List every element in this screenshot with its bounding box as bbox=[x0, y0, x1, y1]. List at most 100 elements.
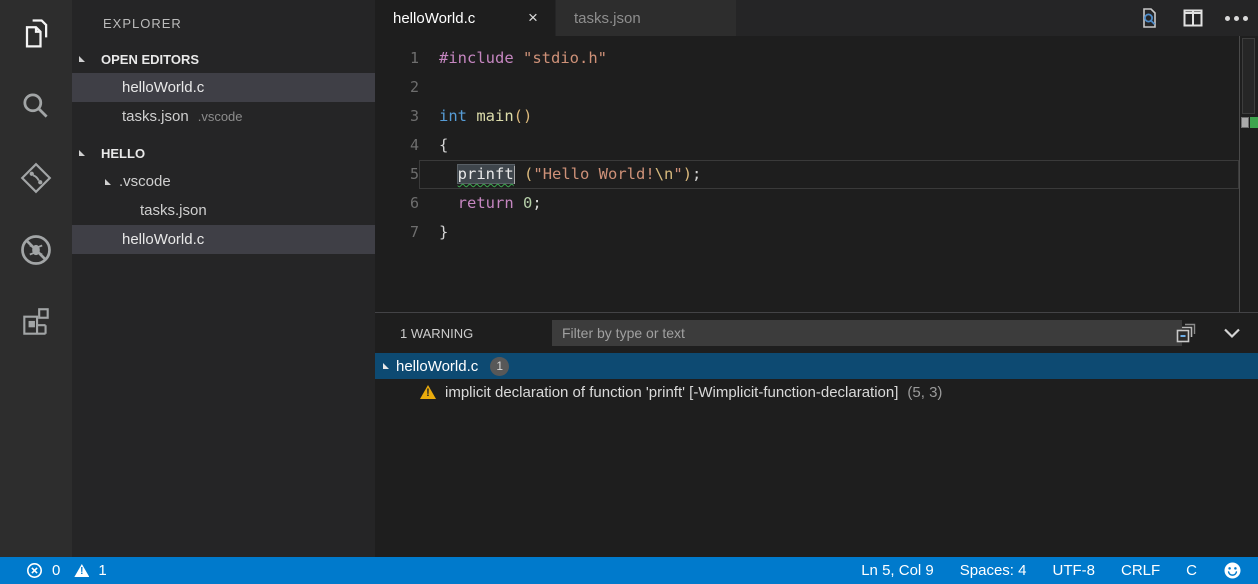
code-line-5[interactable]: 5 prinft ("Hello World!\n"); bbox=[375, 160, 1258, 189]
code-token bbox=[439, 165, 458, 183]
explorer-sections: OPEN EDITORShelloWorld.ctasks.json.vscod… bbox=[72, 45, 375, 254]
row-label: tasks.json bbox=[140, 202, 207, 219]
code-token: " bbox=[673, 165, 682, 183]
section-header-open-editors[interactable]: OPEN EDITORS bbox=[72, 45, 375, 73]
problem-row[interactable]: implicit declaration of function 'prinft… bbox=[375, 379, 1258, 405]
row-label: helloWorld.c bbox=[122, 79, 204, 96]
extensions-icon bbox=[19, 305, 53, 344]
word-highlight-marker bbox=[1241, 117, 1249, 128]
code-token: main bbox=[476, 107, 513, 125]
tree-file-tasks-json[interactable]: tasks.json bbox=[72, 196, 375, 225]
find-in-file-icon[interactable] bbox=[1137, 6, 1161, 30]
code-editor[interactable]: 1#include "stdio.h"23int main()4{5 prinf… bbox=[375, 36, 1258, 312]
code-token bbox=[514, 49, 523, 67]
scrollbar-slider[interactable] bbox=[1242, 38, 1255, 114]
code-token: } bbox=[439, 223, 448, 241]
status-encoding[interactable]: UTF-8 bbox=[1052, 562, 1095, 579]
row-label: .vscode bbox=[119, 173, 171, 190]
row-label: helloWorld.c bbox=[122, 231, 204, 248]
code-token: ; bbox=[692, 165, 701, 183]
status-right-items: Ln 5, Col 9 Spaces: 4 UTF-8 CRLF C bbox=[861, 562, 1197, 579]
more-actions-icon[interactable] bbox=[1225, 16, 1248, 21]
tabs-container: helloWorld.c × tasks.json bbox=[375, 0, 737, 36]
line-content: prinft ("Hello World!\n"); bbox=[419, 160, 1239, 189]
overview-ruler-scrollbar[interactable] bbox=[1239, 36, 1258, 312]
section-twistie-icon bbox=[79, 150, 85, 156]
problems-file-group-row[interactable]: helloWorld.c 1 bbox=[375, 353, 1258, 379]
problem-location: (5, 3) bbox=[907, 384, 942, 401]
activity-search[interactable] bbox=[0, 72, 72, 144]
source-control-icon bbox=[19, 161, 53, 200]
explorer-sidebar: EXPLORER OPEN EDITORS helloWorld.c tasks.j… bbox=[72, 0, 375, 557]
code-line-2[interactable]: 2 bbox=[375, 73, 1258, 102]
status-indentation[interactable]: Spaces: 4 bbox=[960, 562, 1027, 579]
panel-header-icons bbox=[1174, 313, 1244, 353]
code-line-6[interactable]: 6 return 0; bbox=[375, 189, 1258, 218]
collapse-all-icon[interactable] bbox=[1174, 321, 1198, 345]
sidebar-title: EXPLORER bbox=[72, 0, 375, 45]
editor-actions bbox=[1137, 0, 1248, 36]
section-twistie-icon bbox=[79, 56, 85, 62]
code-lines: 1#include "stdio.h"23int main()4{5 prinf… bbox=[375, 44, 1258, 247]
problem-message: implicit declaration of function 'prinft… bbox=[445, 384, 898, 401]
tree-file-helloWorld-c[interactable]: helloWorld.c bbox=[72, 225, 375, 254]
code-token: \n bbox=[655, 165, 674, 183]
error-count: 0 bbox=[52, 562, 60, 579]
status-language-mode[interactable]: C bbox=[1186, 562, 1197, 579]
status-cursor-position[interactable]: Ln 5, Col 9 bbox=[861, 562, 934, 579]
code-token: ; bbox=[532, 194, 541, 212]
group-twistie-icon bbox=[383, 363, 389, 369]
line-content bbox=[419, 73, 1239, 102]
line-content: } bbox=[419, 218, 1239, 247]
tab-close-icon[interactable]: × bbox=[523, 8, 543, 28]
code-token: "Hello World! bbox=[533, 165, 654, 183]
tab-helloWorld-c[interactable]: helloWorld.c × bbox=[375, 0, 556, 36]
vscode-window: EXPLORER OPEN EDITORS helloWorld.c tasks.j… bbox=[0, 0, 1258, 557]
tab-label: helloWorld.c bbox=[393, 10, 475, 27]
line-content: int main() bbox=[419, 102, 1239, 131]
activity-source-control[interactable] bbox=[0, 144, 72, 216]
section-header-label: OPEN EDITORS bbox=[101, 52, 199, 67]
tab-tasks-json[interactable]: tasks.json bbox=[556, 0, 737, 36]
problems-status-item[interactable]: 0 1 bbox=[26, 562, 107, 579]
code-line-3[interactable]: 3int main() bbox=[375, 102, 1258, 131]
activity-extensions[interactable] bbox=[0, 288, 72, 360]
row-label: tasks.json bbox=[122, 108, 189, 125]
code-line-7[interactable]: 7} bbox=[375, 218, 1258, 247]
problems-file-name: helloWorld.c bbox=[396, 358, 478, 375]
folder-twistie-icon bbox=[105, 179, 111, 185]
tab-label: tasks.json bbox=[574, 10, 641, 27]
line-number: 5 bbox=[375, 160, 419, 189]
section-header-hello[interactable]: HELLO bbox=[72, 139, 375, 167]
tree-file-tasks-json[interactable]: tasks.json.vscode bbox=[72, 102, 375, 131]
search-icon bbox=[19, 89, 53, 128]
problems-filter-input[interactable] bbox=[552, 320, 1182, 346]
warning-icon bbox=[74, 564, 89, 577]
problems-count-badge: 1 bbox=[490, 357, 509, 376]
activity-explorer[interactable] bbox=[0, 0, 72, 72]
code-token: 0 bbox=[523, 194, 532, 212]
code-token: ) bbox=[683, 165, 692, 183]
line-number: 4 bbox=[375, 131, 419, 160]
code-token bbox=[514, 194, 523, 212]
tree-file-helloWorld-c[interactable]: helloWorld.c bbox=[72, 73, 375, 102]
code-token bbox=[439, 194, 458, 212]
status-eol-sequence[interactable]: CRLF bbox=[1121, 562, 1160, 579]
code-token: return bbox=[458, 194, 514, 212]
line-number: 1 bbox=[375, 44, 419, 73]
warning-triangle-icon bbox=[420, 385, 436, 399]
activity-debug[interactable] bbox=[0, 216, 72, 288]
hide-panel-chevron-icon[interactable] bbox=[1220, 321, 1244, 345]
tab-bar: helloWorld.c × tasks.json bbox=[375, 0, 1258, 36]
code-token bbox=[515, 165, 524, 183]
tree-folder--vscode[interactable]: .vscode bbox=[72, 167, 375, 196]
split-editor-icon[interactable] bbox=[1181, 6, 1205, 30]
code-token bbox=[467, 107, 476, 125]
code-line-1[interactable]: 1#include "stdio.h" bbox=[375, 44, 1258, 73]
section-gap bbox=[72, 131, 375, 139]
status-bar: 0 1 Ln 5, Col 9 Spaces: 4 UTF-8 CRLF C bbox=[0, 557, 1258, 584]
code-line-4[interactable]: 4{ bbox=[375, 131, 1258, 160]
status-bar-right: Ln 5, Col 9 Spaces: 4 UTF-8 CRLF C bbox=[861, 561, 1242, 580]
feedback-smiley-icon[interactable] bbox=[1223, 561, 1242, 580]
code-token: #include bbox=[439, 49, 514, 67]
